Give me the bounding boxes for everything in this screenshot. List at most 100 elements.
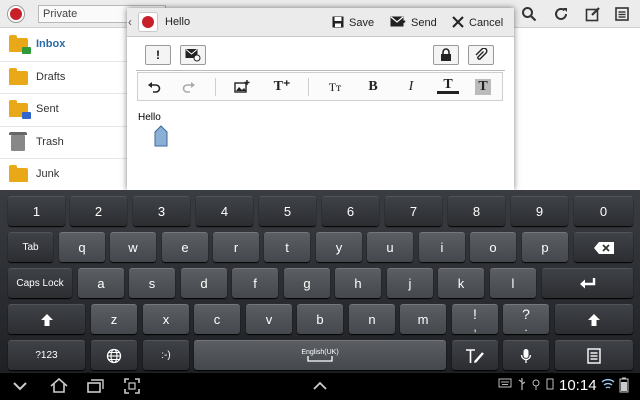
font-color-button[interactable]: T <box>437 77 459 94</box>
symbols-key[interactable]: ?123 <box>8 340 85 370</box>
key-n[interactable]: n <box>349 304 395 334</box>
up-arrow-icon[interactable] <box>311 377 329 399</box>
menu-icon[interactable] <box>614 6 630 22</box>
key-q[interactable]: q <box>59 232 105 262</box>
key-y[interactable]: y <box>316 232 362 262</box>
folder-item-drafts[interactable]: Drafts <box>0 62 127 94</box>
key-1[interactable]: 1 <box>8 196 65 226</box>
handwriting-key[interactable] <box>452 340 498 370</box>
highlight-label: T <box>478 79 488 94</box>
redo-button[interactable] <box>178 77 200 97</box>
security-button[interactable] <box>433 45 459 65</box>
highlight-button[interactable]: T <box>475 79 491 95</box>
key-4[interactable]: 4 <box>196 196 253 226</box>
key-label: k <box>457 276 465 291</box>
key-label: 0 <box>599 204 608 219</box>
key-0[interactable]: 0 <box>574 196 633 226</box>
bold-button[interactable]: B <box>362 77 384 97</box>
key-k[interactable]: k <box>438 268 484 298</box>
smiley-key[interactable]: :-) <box>143 340 189 370</box>
folder-item-sent[interactable]: Sent <box>0 94 127 127</box>
back-chevron-icon[interactable]: ‹ <box>128 15 132 29</box>
message-body[interactable]: Hello <box>138 112 161 123</box>
key-j[interactable]: j <box>387 268 433 298</box>
key-5[interactable]: 5 <box>259 196 316 226</box>
key-s[interactable]: s <box>129 268 175 298</box>
attach-button[interactable] <box>468 45 494 65</box>
shift-key-left[interactable] <box>8 304 85 334</box>
key-l[interactable]: l <box>490 268 536 298</box>
caps-lock-key[interactable]: Caps Lock <box>8 268 72 298</box>
key-label: j <box>408 276 412 291</box>
key-label: l <box>511 276 515 291</box>
key-i[interactable]: i <box>419 232 465 262</box>
key-label: n <box>368 312 376 327</box>
insert-text-button[interactable]: T⁺ <box>271 77 293 97</box>
key-z[interactable]: z <box>91 304 137 334</box>
key-x[interactable]: x <box>143 304 189 334</box>
recent-apps-icon[interactable] <box>86 377 104 399</box>
language-key[interactable] <box>91 340 137 370</box>
key-d[interactable]: d <box>181 268 227 298</box>
key-label: ! <box>473 305 477 322</box>
key-f[interactable]: f <box>232 268 278 298</box>
folder-list: Inbox Drafts Sent Trash Junk <box>0 29 127 192</box>
key-8[interactable]: 8 <box>448 196 505 226</box>
send-button[interactable]: Send <box>390 14 437 31</box>
app-logo-icon[interactable] <box>8 6 24 22</box>
key-label: i <box>440 240 444 255</box>
key-g[interactable]: g <box>284 268 330 298</box>
key-a[interactable]: a <box>78 268 124 298</box>
key-label: a <box>97 276 105 291</box>
hide-keyboard-icon[interactable] <box>11 377 29 399</box>
undo-button[interactable] <box>143 77 165 97</box>
home-icon[interactable] <box>49 377 69 399</box>
key-t[interactable]: t <box>264 232 310 262</box>
refresh-icon[interactable] <box>553 6 569 22</box>
italic-button[interactable]: I <box>400 77 422 97</box>
key-e[interactable]: e <box>162 232 208 262</box>
enter-key[interactable] <box>542 268 633 298</box>
key-m[interactable]: m <box>400 304 446 334</box>
italic-label: I <box>408 79 414 94</box>
key-b[interactable]: b <box>297 304 343 334</box>
key-r[interactable]: r <box>213 232 259 262</box>
key-c[interactable]: c <box>194 304 240 334</box>
priority-button[interactable]: ! <box>145 45 171 65</box>
key-question-period[interactable]: ? . <box>503 304 549 334</box>
key-3[interactable]: 3 <box>133 196 190 226</box>
folder-item-inbox[interactable]: Inbox <box>0 29 127 62</box>
system-navigation-bar: 10:14 <box>0 373 640 400</box>
space-key[interactable]: English(UK) <box>194 340 446 370</box>
insert-image-button[interactable] <box>231 77 253 97</box>
key-6[interactable]: 6 <box>322 196 379 226</box>
key-label: Tab <box>22 242 39 253</box>
inbox-folder-icon <box>9 35 31 54</box>
key-2[interactable]: 2 <box>70 196 127 226</box>
cancel-button[interactable]: Cancel <box>452 14 503 31</box>
tab-key[interactable]: Tab <box>8 232 53 262</box>
compose-icon[interactable] <box>585 6 601 22</box>
text-size-button[interactable]: Tт <box>324 77 346 97</box>
key-v[interactable]: v <box>246 304 292 334</box>
text-cursor-handle-icon[interactable] <box>154 125 168 147</box>
key-o[interactable]: o <box>470 232 516 262</box>
voice-input-key[interactable] <box>503 340 549 370</box>
key-exclamation-comma[interactable]: ! , <box>452 304 498 334</box>
key-h[interactable]: h <box>335 268 381 298</box>
key-u[interactable]: u <box>367 232 413 262</box>
globe-icon <box>106 348 122 363</box>
key-p[interactable]: p <box>522 232 568 262</box>
folder-item-junk[interactable]: Junk <box>0 159 127 192</box>
keyboard-settings-key[interactable] <box>555 340 633 370</box>
save-button[interactable]: Save <box>332 14 374 31</box>
backspace-key[interactable] <box>574 232 633 262</box>
key-9[interactable]: 9 <box>511 196 568 226</box>
shift-key-right[interactable] <box>555 304 633 334</box>
screenshot-icon[interactable] <box>123 377 141 399</box>
key-7[interactable]: 7 <box>385 196 442 226</box>
search-icon[interactable] <box>521 6 537 22</box>
read-receipt-button[interactable] <box>180 45 206 65</box>
folder-item-trash[interactable]: Trash <box>0 127 127 159</box>
key-w[interactable]: w <box>110 232 156 262</box>
